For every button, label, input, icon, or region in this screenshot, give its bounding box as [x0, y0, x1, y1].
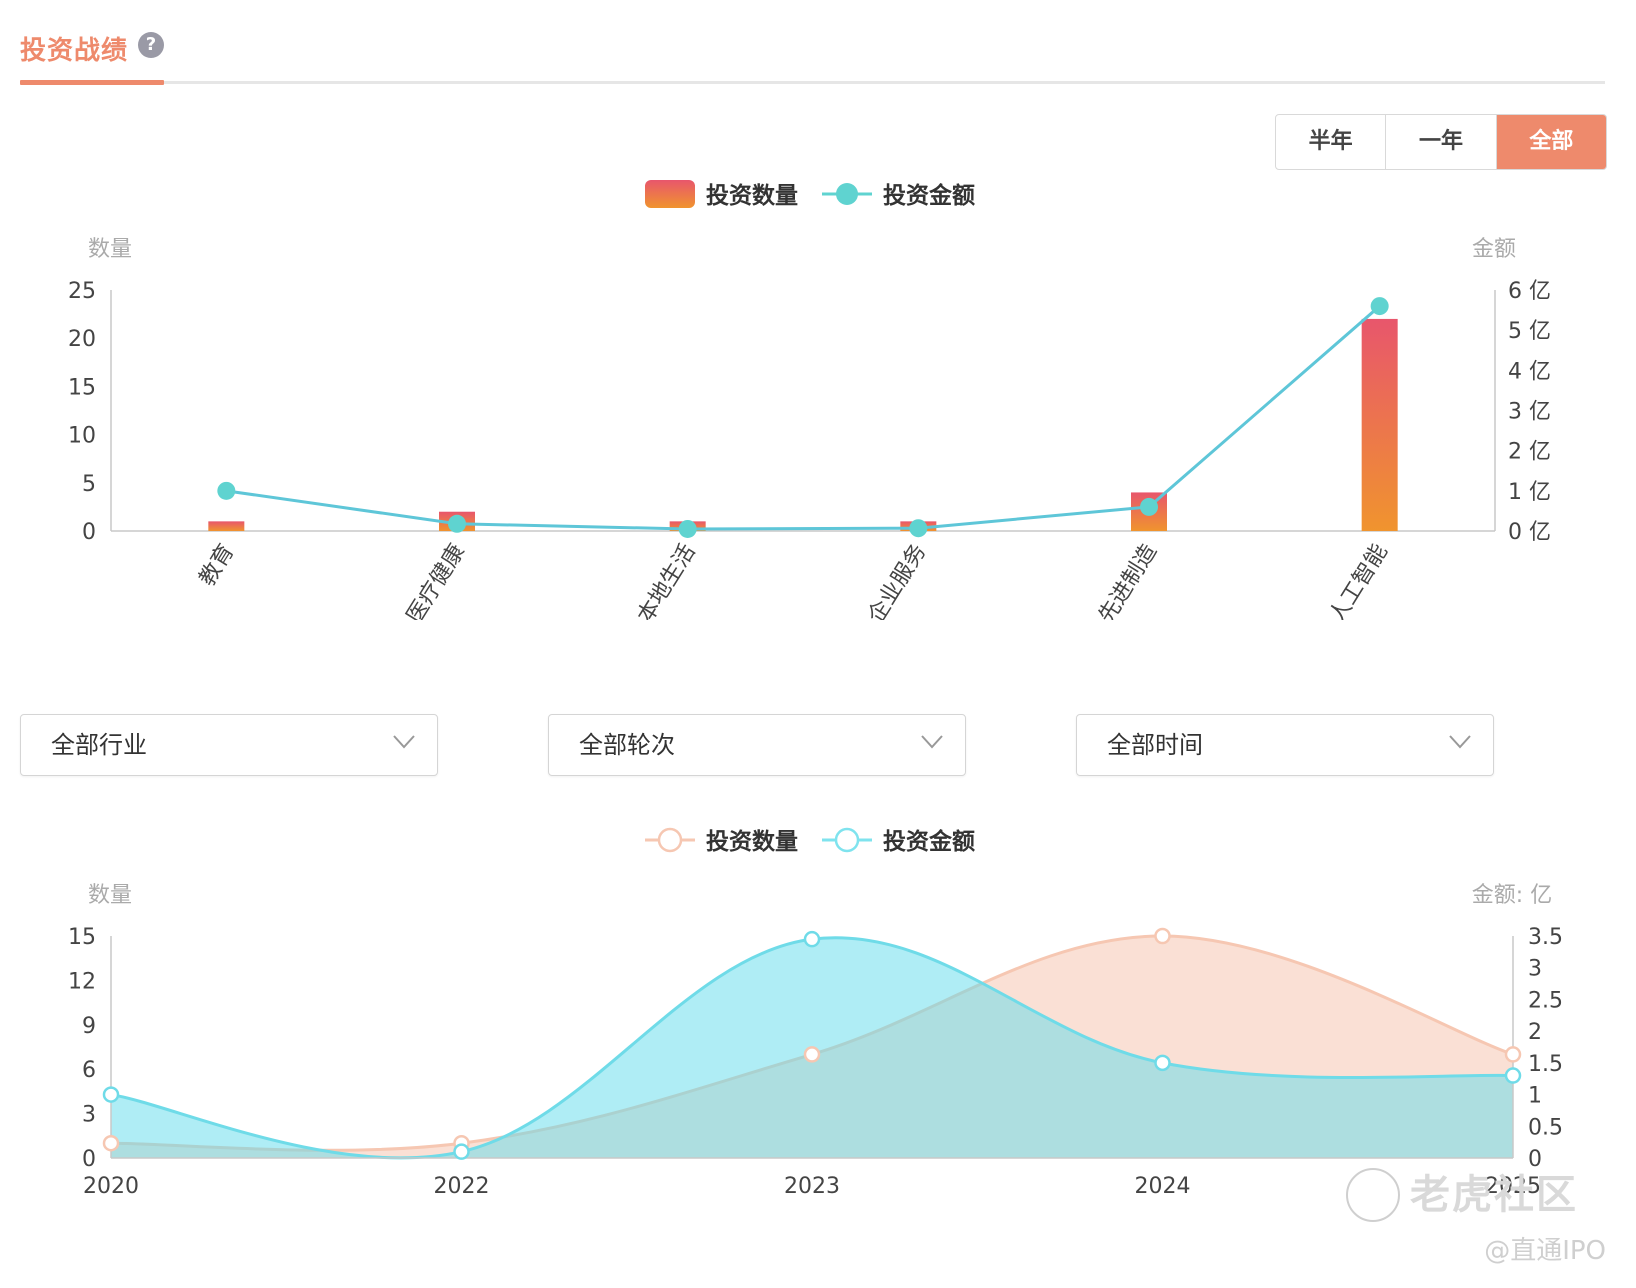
amount-points [217, 297, 1389, 538]
right-tick-label: 2.5 [1528, 988, 1563, 1013]
amount-point[interactable] [1504, 1067, 1522, 1084]
category-label: 企业服务 [864, 540, 932, 620]
left-tick-label: 5 [82, 472, 96, 497]
left-tick-label: 20 [68, 327, 96, 352]
left-axis-title: 数量 [88, 237, 132, 262]
right-tick-label: 2 [1528, 1020, 1542, 1045]
right-tick-label: 3.5 [1528, 925, 1563, 950]
watermark: 老虎社区 @直通IPO [1346, 1162, 1606, 1282]
amount-line [226, 304, 1381, 531]
left-tick-label: 9 [82, 1014, 96, 1039]
amount-point[interactable] [1154, 1054, 1171, 1072]
count-bars [208, 318, 1398, 531]
legend-count-label[interactable]: 投资数量 [706, 183, 798, 209]
amount-point[interactable] [102, 1086, 120, 1103]
count-point[interactable] [1504, 1046, 1522, 1063]
year-label: 2023 [784, 1174, 840, 1199]
watermark-brand: 老虎社区 [1410, 1172, 1578, 1218]
year-labels: 2020 2022 2023 2024 2025 [83, 1174, 1541, 1199]
count-bar[interactable] [208, 521, 245, 531]
chevron-down-icon [1449, 735, 1471, 749]
amount-point[interactable] [448, 514, 466, 533]
legend-amount-label[interactable]: 投资金额 [883, 828, 975, 855]
industry-chart: 投资数量 投资金额 数量 金额 0 5 10 15 20 25 0 亿 1 亿 2 亿 3 亿 4… [68, 180, 1551, 620]
category-label: 医疗健康 [402, 540, 470, 620]
tiger-logo-icon [1346, 1168, 1400, 1222]
left-tick-label: 12 [68, 969, 96, 994]
right-axis-title: 金额 [1472, 237, 1516, 262]
right-tick-label: 6 亿 [1508, 279, 1551, 304]
legend-amount-label[interactable]: 投资金额 [883, 182, 975, 209]
amount-point[interactable] [678, 519, 697, 538]
legend-amount-marker[interactable] [836, 183, 858, 205]
right-tick-label: 0 亿 [1508, 520, 1551, 545]
count-point[interactable] [1154, 927, 1171, 945]
amount-point[interactable] [453, 1143, 470, 1160]
industry-filter[interactable]: 全部行业 [20, 714, 438, 776]
amount-point[interactable] [909, 519, 928, 538]
time-filter[interactable]: 全部时间 [1076, 714, 1494, 776]
year-label: 2024 [1135, 1174, 1191, 1199]
left-tick-label: 15 [68, 375, 96, 400]
left-tick-label: 0 [82, 520, 96, 545]
legend-amount-marker[interactable] [834, 827, 860, 853]
left-tick-label: 3 [82, 1103, 96, 1128]
left-axis-title: 数量 [88, 883, 132, 908]
right-tick-label: 1.5 [1528, 1052, 1563, 1077]
right-tick-label: 1 亿 [1508, 480, 1551, 505]
watermark-handle: @直通IPO [1484, 1236, 1606, 1266]
amount-point[interactable] [217, 481, 236, 500]
right-tick-label: 5 亿 [1508, 319, 1551, 344]
right-tick-label: 4 亿 [1508, 359, 1551, 384]
year-label: 2020 [83, 1174, 139, 1199]
category-label: 本地生活 [633, 540, 701, 620]
legend-count-label[interactable]: 投资数量 [706, 829, 798, 855]
left-tick-label: 15 [68, 925, 96, 950]
amount-point[interactable] [1140, 497, 1158, 516]
industry-filter-label: 全部行业 [51, 731, 147, 759]
right-axis-ticks: 0 亿 1 亿 2 亿 3 亿 4 亿 5 亿 6 亿 [1508, 279, 1551, 545]
category-labels: 教育 医疗健康 本地生活 企业服务 先进制造 人工智能 [195, 540, 1393, 620]
amount-point[interactable] [803, 930, 821, 948]
right-tick-label: 2 亿 [1508, 440, 1551, 465]
round-filter-label: 全部轮次 [579, 731, 675, 759]
right-tick-label: 3 [1528, 957, 1542, 982]
count-point[interactable] [102, 1134, 120, 1152]
category-label: 先进制造 [1094, 540, 1162, 620]
left-axis-ticks: 0 5 10 15 20 25 [68, 279, 96, 545]
right-tick-label: 0.5 [1528, 1115, 1563, 1140]
left-tick-label: 25 [68, 279, 96, 304]
right-axis-title: 金额: 亿 [1472, 883, 1552, 908]
right-axis-ticks: 00.511.522.533.5 [1528, 925, 1563, 1172]
year-label: 2022 [434, 1174, 490, 1199]
left-tick-label: 0 [82, 1147, 96, 1172]
chevron-down-icon [921, 735, 943, 749]
count-bar[interactable] [1361, 318, 1398, 531]
time-filter-label: 全部时间 [1107, 731, 1203, 759]
left-tick-label: 10 [68, 424, 96, 449]
legend-count-marker[interactable] [657, 827, 683, 853]
chart2-legend: 投资数量 投资金额 [645, 827, 975, 855]
round-filter[interactable]: 全部轮次 [548, 714, 966, 776]
amount-point[interactable] [1370, 297, 1389, 316]
category-label: 教育 [195, 540, 240, 591]
count-point[interactable] [803, 1046, 821, 1063]
chart1-legend: 投资数量 投资金额 [645, 180, 975, 209]
legend-count-swatch[interactable] [645, 180, 695, 208]
right-tick-label: 1 [1528, 1084, 1542, 1109]
right-tick-label: 3 亿 [1508, 400, 1551, 425]
chevron-down-icon [393, 735, 415, 749]
left-axis-ticks: 0 3 6 9 12 15 [68, 925, 96, 1172]
category-label: 人工智能 [1325, 540, 1393, 620]
left-tick-label: 6 [82, 1058, 96, 1083]
